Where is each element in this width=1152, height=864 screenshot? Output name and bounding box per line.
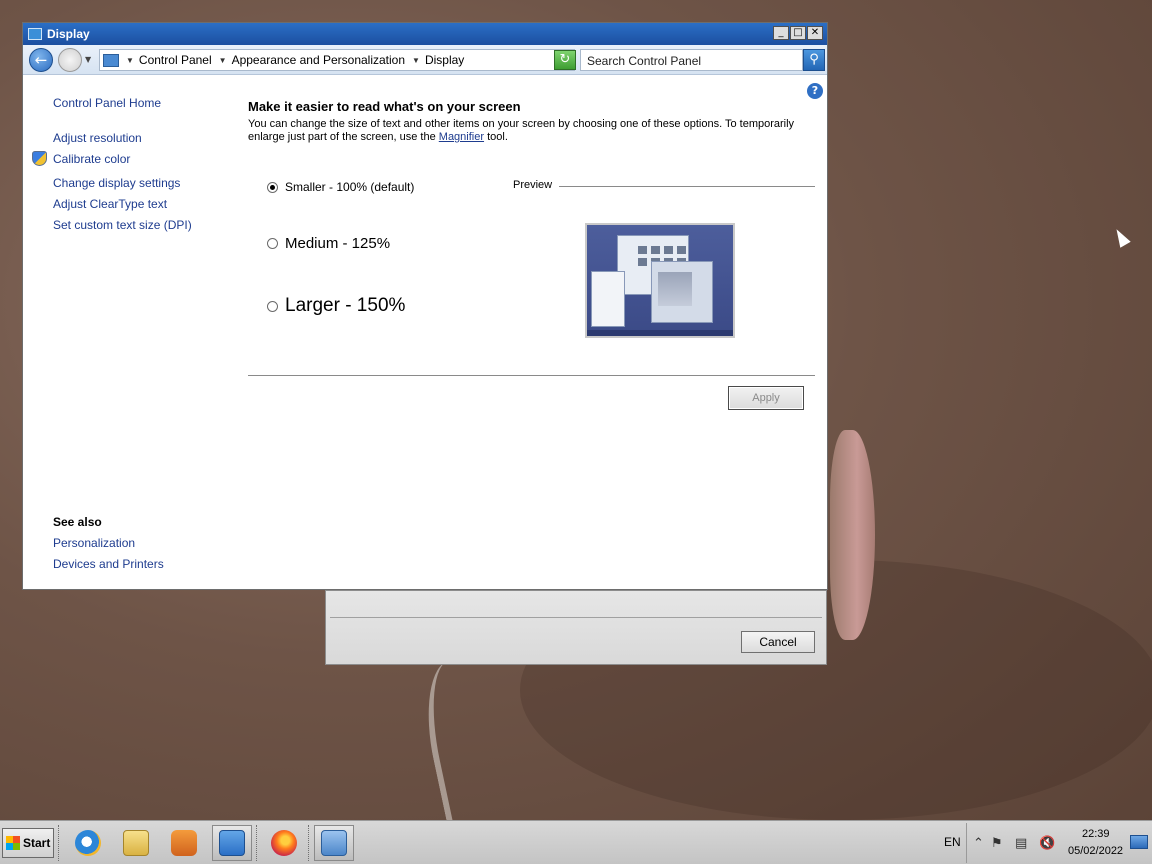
taskbar-grip[interactable] xyxy=(58,825,61,861)
breadcrumb-appearance[interactable]: Appearance and Personalization xyxy=(232,53,405,67)
start-label: Start xyxy=(23,836,51,850)
file-explorer-icon[interactable] xyxy=(116,825,156,861)
display-settings-taskbar-icon[interactable] xyxy=(314,825,354,861)
taskbar-grip[interactable] xyxy=(308,825,311,861)
close-button[interactable]: ✕ xyxy=(807,26,823,40)
clock-time[interactable]: 22:39 xyxy=(1082,828,1110,840)
language-indicator[interactable]: EN xyxy=(944,835,961,849)
search-icon[interactable]: ⚲ xyxy=(803,49,825,71)
option-smaller-label: Smaller - 100% (default) xyxy=(285,180,415,194)
magnifier-link[interactable]: Magnifier xyxy=(439,131,484,143)
breadcrumb[interactable]: ▼ Control Panel ▼ Appearance and Persona… xyxy=(99,49,575,71)
option-larger-label: Larger - 150% xyxy=(285,295,406,316)
dialog-separator xyxy=(330,617,822,618)
media-player-icon[interactable] xyxy=(164,825,204,861)
calibrate-color-link[interactable]: Calibrate color xyxy=(53,152,130,166)
background-dialog: Cancel xyxy=(325,590,827,665)
breadcrumb-control-panel[interactable]: Control Panel xyxy=(139,53,212,67)
help-icon[interactable]: ? xyxy=(807,83,823,99)
window-title: Display xyxy=(47,27,90,41)
radio-button-selected[interactable] xyxy=(267,181,278,193)
control-panel-taskbar-icon[interactable] xyxy=(212,825,252,861)
show-hidden-icons-icon[interactable]: ⌃ xyxy=(973,836,984,851)
option-larger[interactable]: Larger - 150% xyxy=(267,295,405,317)
title-bar[interactable]: Display _ □ ✕ xyxy=(23,23,827,45)
devices-printers-link[interactable]: Devices and Printers xyxy=(53,557,164,571)
preview-label: Preview xyxy=(513,179,553,191)
option-medium-label: Medium - 125% xyxy=(285,235,391,252)
start-button[interactable]: Start xyxy=(2,828,54,858)
option-medium[interactable]: Medium - 125% xyxy=(267,235,390,252)
description-text: You can change the size of text and othe… xyxy=(248,118,795,143)
mouse-cursor-icon xyxy=(1111,226,1131,248)
taskbar-grip[interactable] xyxy=(256,825,259,861)
custom-text-size-link[interactable]: Set custom text size (DPI) xyxy=(53,218,192,232)
background-cord xyxy=(414,655,506,825)
background-shape xyxy=(830,430,875,640)
see-also-heading: See also xyxy=(53,515,102,529)
back-arrow-icon[interactable]: ← xyxy=(29,48,53,72)
divider xyxy=(248,375,815,376)
maximize-button[interactable]: □ xyxy=(790,26,806,40)
chevron-down-icon[interactable]: ▼ xyxy=(412,56,420,65)
apply-button[interactable]: Apply xyxy=(728,386,804,410)
breadcrumb-display[interactable]: Display xyxy=(425,53,464,67)
windows-logo-icon xyxy=(6,836,20,850)
history-dropdown-icon[interactable]: ▼ xyxy=(85,55,91,64)
shield-icon xyxy=(32,151,47,166)
description-end: tool. xyxy=(484,131,508,143)
search-input[interactable]: Search Control Panel xyxy=(580,49,803,71)
option-smaller[interactable]: Smaller - 100% (default) xyxy=(267,180,414,194)
radio-button[interactable] xyxy=(267,300,278,312)
clock-date[interactable]: 05/02/2022 xyxy=(1068,845,1123,857)
control-panel-icon xyxy=(103,53,119,67)
adjust-resolution-link[interactable]: Adjust resolution xyxy=(53,131,142,145)
display-icon xyxy=(28,28,42,40)
minimize-button[interactable]: _ xyxy=(773,26,789,40)
change-display-settings-link[interactable]: Change display settings xyxy=(53,176,180,190)
cancel-button[interactable]: Cancel xyxy=(741,631,815,653)
preview-divider xyxy=(559,186,815,187)
network-icon[interactable]: ▤ xyxy=(1015,836,1027,851)
preview-image xyxy=(585,223,735,338)
forward-arrow-icon[interactable] xyxy=(58,48,82,72)
personalization-link[interactable]: Personalization xyxy=(53,536,135,550)
page-title: Make it easier to read what's on your sc… xyxy=(248,99,521,114)
chevron-down-icon[interactable]: ▼ xyxy=(126,56,134,65)
address-bar: ← ▼ ▼ Control Panel ▼ Appearance and Per… xyxy=(23,45,827,75)
taskbar: Start EN ⌃ ⚑ ▤ 🔇 22:39 05/02/2022 xyxy=(0,820,1152,864)
radio-button[interactable] xyxy=(267,238,278,249)
system-tray: ⌃ ⚑ ▤ 🔇 xyxy=(966,823,1150,863)
control-panel-home-link[interactable]: Control Panel Home xyxy=(53,96,161,110)
volume-muted-icon[interactable]: 🔇 xyxy=(1039,836,1055,851)
adjust-cleartype-link[interactable]: Adjust ClearType text xyxy=(53,197,167,211)
firefox-icon[interactable] xyxy=(264,825,304,861)
action-center-flag-icon[interactable]: ⚑ xyxy=(991,836,1003,851)
internet-explorer-icon[interactable] xyxy=(68,825,108,861)
display-window: Display _ □ ✕ ← ▼ ▼ Control Panel ▼ Appe… xyxy=(22,22,828,590)
left-pane: Control Panel Home Adjust resolution Cal… xyxy=(23,75,233,589)
description: You can change the size of text and othe… xyxy=(248,118,808,144)
show-desktop-icon[interactable] xyxy=(1130,835,1148,849)
refresh-icon[interactable]: ↻ xyxy=(554,50,576,70)
chevron-down-icon[interactable]: ▼ xyxy=(219,56,227,65)
